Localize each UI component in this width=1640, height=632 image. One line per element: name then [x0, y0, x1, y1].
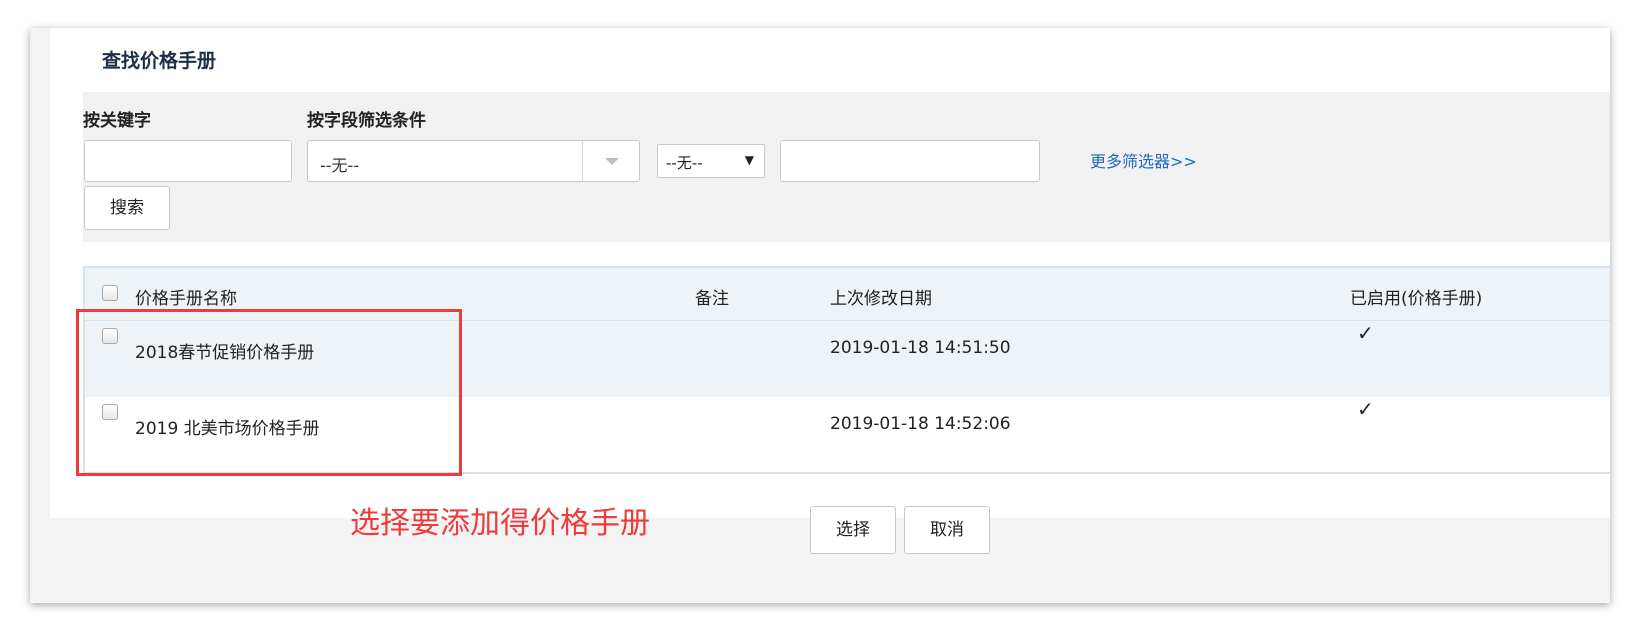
- dialog-title: 查找价格手册: [102, 50, 217, 72]
- search-button[interactable]: 搜索: [84, 186, 170, 230]
- annotation-text: 选择要添加得价格手册: [350, 506, 650, 541]
- select-all-checkbox[interactable]: [102, 285, 118, 301]
- highlight-box: [76, 309, 462, 476]
- column-header-name: 价格手册名称: [135, 289, 237, 309]
- dropdown-arrow-icon: ▼: [744, 153, 754, 167]
- more-filters-link[interactable]: 更多筛选器>>: [1090, 148, 1197, 172]
- field-filter-label: 按字段筛选条件: [307, 111, 426, 131]
- filter-value-input[interactable]: [780, 140, 1040, 182]
- column-header-modified: 上次修改日期: [830, 289, 932, 309]
- operator-select[interactable]: --无-- ▼: [657, 144, 765, 178]
- operator-select-value: --无--: [666, 154, 703, 172]
- modified-date: 2019-01-18 14:51:50: [830, 338, 1011, 358]
- filter-section: 按关键字 按字段筛选条件 --无-- --无-- ▼ 更多筛选器>> 搜索: [83, 92, 1610, 242]
- column-header-note: 备注: [695, 289, 729, 309]
- modified-date: 2019-01-18 14:52:06: [830, 414, 1011, 434]
- keyword-input[interactable]: [84, 140, 292, 182]
- checkmark-icon: ✓: [1357, 321, 1374, 345]
- select-button[interactable]: 选择: [810, 506, 896, 554]
- checkmark-icon: ✓: [1357, 397, 1374, 421]
- chevron-down-icon: [605, 158, 619, 165]
- column-header-enabled: 已启用(价格手册): [1350, 289, 1483, 309]
- field-select-value: --无--: [320, 156, 360, 175]
- field-select[interactable]: --无--: [307, 140, 640, 182]
- field-select-divider: [582, 141, 583, 181]
- keyword-label: 按关键字: [83, 111, 151, 131]
- cancel-button[interactable]: 取消: [904, 506, 990, 554]
